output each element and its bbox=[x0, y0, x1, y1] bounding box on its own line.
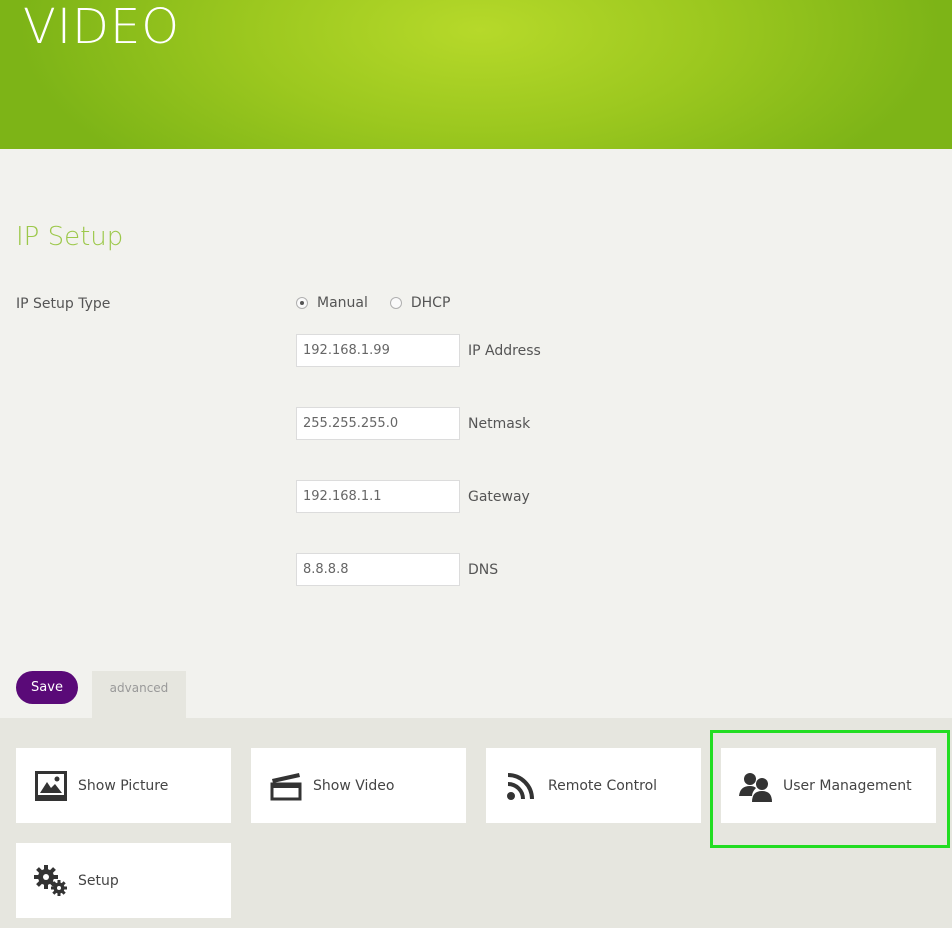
radio-manual-label: Manual bbox=[317, 295, 368, 311]
tile-setup-label: Setup bbox=[78, 872, 119, 889]
tile-show-video[interactable]: Show Video bbox=[251, 748, 466, 823]
tile-show-picture[interactable]: Show Picture bbox=[16, 748, 231, 823]
clapperboard-icon bbox=[269, 769, 303, 803]
netmask-label: Netmask bbox=[468, 415, 531, 432]
dns-label: DNS bbox=[468, 561, 499, 578]
radio-option-manual[interactable]: Manual bbox=[296, 295, 368, 311]
radio-dhcp-label: DHCP bbox=[410, 295, 451, 311]
tile-show-video-label: Show Video bbox=[313, 777, 395, 794]
users-icon bbox=[739, 769, 773, 803]
ip-setup-type-radio-group: Manual DHCP bbox=[296, 295, 472, 311]
save-button[interactable]: Save bbox=[16, 671, 78, 704]
advanced-tab[interactable]: advanced bbox=[92, 671, 186, 718]
radio-option-dhcp[interactable]: DHCP bbox=[389, 295, 451, 311]
radio-dhcp[interactable] bbox=[389, 297, 402, 309]
ip-setup-type-label: IP Setup Type bbox=[16, 296, 111, 312]
dns-row: DNS bbox=[296, 553, 498, 586]
tile-remote-control[interactable]: Remote Control bbox=[486, 748, 701, 823]
ip-address-label: IP Address bbox=[468, 342, 541, 359]
ip-address-input[interactable] bbox=[296, 334, 460, 367]
rss-icon bbox=[504, 769, 538, 803]
page-title: VIDEO bbox=[23, 0, 181, 55]
tile-remote-control-label: Remote Control bbox=[548, 777, 658, 794]
gears-icon bbox=[34, 864, 68, 898]
tile-setup[interactable]: Setup bbox=[16, 843, 231, 918]
dns-input[interactable] bbox=[296, 553, 460, 586]
ip-address-row: IP Address bbox=[296, 334, 541, 367]
gateway-input[interactable] bbox=[296, 480, 460, 513]
header-banner: VIDEO bbox=[0, 0, 952, 149]
tile-user-management-label: User Management bbox=[783, 777, 912, 794]
tile-show-picture-label: Show Picture bbox=[78, 777, 169, 794]
navigation-tiles: Show Picture Show Video Remote Control U… bbox=[0, 718, 952, 928]
gateway-row: Gateway bbox=[296, 480, 530, 513]
section-title: IP Setup bbox=[16, 222, 124, 252]
radio-manual[interactable] bbox=[296, 297, 308, 309]
tile-user-management[interactable]: User Management bbox=[721, 748, 936, 823]
picture-icon bbox=[34, 769, 68, 803]
netmask-input[interactable] bbox=[296, 407, 460, 440]
main-content: IP Setup IP Setup Type Manual DHCP IP Ad… bbox=[0, 149, 952, 718]
gateway-label: Gateway bbox=[468, 488, 530, 505]
netmask-row: Netmask bbox=[296, 407, 530, 440]
